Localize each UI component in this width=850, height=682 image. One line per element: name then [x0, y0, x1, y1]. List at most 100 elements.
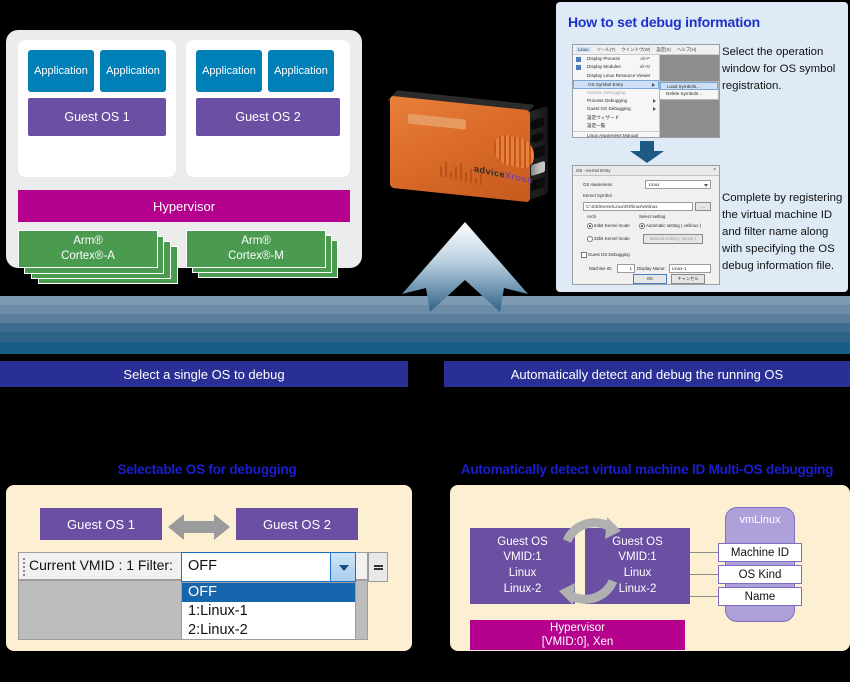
application-box: Application: [196, 50, 262, 92]
chevron-down-icon: [704, 183, 708, 187]
radio-32bit-label: 32bit Kernel mode: [594, 236, 630, 241]
guest-os-1-button[interactable]: Guest OS 1: [40, 508, 162, 540]
chevron-right-icon: [652, 83, 655, 88]
menu-item[interactable]: 設定ウィザード: [573, 114, 659, 122]
os-awareness-label: OS Awareness: [583, 182, 612, 187]
submenu-item-delete-symbols[interactable]: Delete Symbols...: [660, 90, 718, 98]
cpu-line1: Arm®: [241, 235, 271, 248]
application-box: Application: [28, 50, 94, 92]
menubar-item: ウインドウ(W): [621, 46, 651, 52]
guest-group-2: Application Application Guest OS 2: [186, 40, 350, 177]
architecture-panel: Application Application Guest OS 1 Appli…: [6, 30, 362, 284]
attribute-name: Name: [718, 587, 802, 606]
screenshot-menubar: Linux ツール(T) ウインドウ(W) 設定(S) ヘルプ(H): [573, 45, 719, 55]
guest-os-debugging-checkbox[interactable]: [581, 252, 587, 258]
display-name-value: Linux-1: [672, 266, 687, 271]
cpu-line2: Cortex®-A: [61, 250, 115, 262]
radio-64bit[interactable]: [587, 223, 593, 229]
cpu-line1: Arm®: [73, 235, 103, 248]
menubar-item: ツール(T): [596, 46, 616, 52]
brand-xross: Xross: [505, 169, 533, 186]
chevron-right-icon: [653, 98, 656, 103]
howto-step1-text: Select the operation window for OS symbo…: [722, 46, 836, 92]
radio-auto[interactable]: [639, 223, 645, 229]
guest-os-box: Guest OS 1: [28, 98, 166, 136]
menu-item-label: 設定ウィザード: [587, 114, 620, 120]
howto-step2-text: Complete by registering the virtual mach…: [722, 192, 843, 272]
close-icon[interactable]: ×: [713, 167, 716, 173]
filter-combobox-value: OFF: [188, 558, 217, 574]
menu-item-label: Display Modules: [587, 64, 621, 70]
menu-item[interactable]: Display Modules alt+M: [573, 63, 659, 71]
display-name-select[interactable]: Linux-1: [669, 264, 711, 273]
screenshot-menu-pane: Display Process alt+P Display Modules alt+…: [573, 55, 660, 137]
guest-group-1: Application Application Guest OS 1: [18, 40, 176, 177]
radio-32bit[interactable]: [587, 236, 593, 242]
kernel-symbol-input[interactable]: C:\ICE\Kerne\Linux\OS\linux\vmlinux: [583, 202, 693, 211]
menu-item-label: Guest OS Debugging: [587, 106, 631, 112]
howto-title: How to set debug information: [568, 14, 760, 30]
menubar-item: 設定(S): [656, 46, 671, 52]
bidirectional-arrow-icon: [168, 514, 230, 540]
device-body: adviceXross: [390, 95, 534, 203]
browse-button[interactable]: ...: [695, 202, 711, 211]
ok-button[interactable]: OK: [633, 274, 667, 284]
menu-item-label: Display Process: [587, 56, 620, 61]
banner-left: Select a single OS to debug: [0, 361, 408, 387]
machine-id-value: 1: [629, 266, 632, 271]
cancel-button[interactable]: キャンセル: [671, 274, 705, 284]
current-vmid-label: Current VMID : 1 Filter:: [29, 557, 173, 573]
hypervisor-box: Hypervisor [VMID:0], Xen: [470, 620, 685, 650]
menu-item[interactable]: Display Linux Resource Viewer: [573, 72, 659, 80]
menu-item[interactable]: Guest OS Debugging: [573, 105, 659, 113]
dialog-screenshot: OS - Kernel Entry × OS Awareness Linux K…: [572, 165, 720, 285]
menu-item: Module Debugging: [573, 89, 659, 97]
cpu-line2: Cortex®-M: [228, 250, 284, 262]
filter-combobox[interactable]: OFF: [181, 552, 356, 582]
menu-item[interactable]: Linux Awareness Manual: [573, 130, 659, 138]
guest-os-debugging-label: Guest OS Debugging: [588, 252, 630, 257]
radio-64bit-label: 64bit Kernel mode: [594, 223, 630, 228]
menu-item-label: Display Linux Resource Viewer: [587, 72, 651, 78]
left-section-title: Selectable OS for debugging: [117, 462, 297, 477]
application-box: Application: [100, 50, 166, 92]
vm-object-label: vmLinux: [739, 514, 781, 526]
banner-right: Automatically detect and debug the runni…: [444, 361, 850, 387]
manual-setting-button: Manual setting ( preset ): [643, 234, 703, 244]
debug-device-image: adviceXross: [382, 90, 557, 215]
toolbar-overflow-button[interactable]: [368, 552, 388, 582]
os-awareness-select[interactable]: Linux: [645, 180, 711, 189]
guest-os-2-button[interactable]: Guest OS 2: [236, 508, 358, 540]
chevron-right-icon: [653, 107, 656, 112]
chevron-down-icon[interactable]: [330, 553, 355, 581]
menu-item[interactable]: Process Debugging: [573, 97, 659, 105]
kernel-symbol-value: C:\ICE\Kerne\Linux\OS\linux\vmlinux: [586, 204, 658, 209]
attribute-machine-id: Machine ID: [718, 543, 802, 562]
menu-item[interactable]: 設定一覧: [573, 122, 659, 130]
dropdown-option-off[interactable]: OFF: [182, 583, 355, 602]
filter-dropdown-list[interactable]: OFF 1:Linux-1 2:Linux-2: [181, 582, 356, 640]
machine-id-label: Machine ID:: [589, 266, 613, 271]
menu-item-label: Linux Awareness Manual: [587, 132, 638, 138]
dropdown-option-linux-1[interactable]: 1:Linux-1: [182, 602, 355, 621]
os-awareness-value: Linux: [649, 182, 660, 187]
device-fan-grille: [494, 132, 534, 171]
flow-down-arrow-icon: [402, 222, 528, 312]
menu-item-accel: alt+P: [640, 56, 650, 61]
submenu-item-load-symbols[interactable]: Load Symbols...: [660, 82, 718, 91]
menu-screenshot: Linux ツール(T) ウインドウ(W) 設定(S) ヘルプ(H) Displ…: [572, 44, 720, 138]
cycle-arrows-icon: [559, 517, 621, 605]
select-setting-label: Select setting: [639, 214, 666, 219]
menu-item[interactable]: Display Process alt+P: [573, 55, 659, 63]
machine-id-input[interactable]: 1: [617, 264, 635, 273]
display-name-label: Display Name:: [637, 266, 666, 271]
hypervisor-bar: Hypervisor: [18, 190, 350, 222]
radio-auto-label: Automatic setting ( vmlinux ): [646, 223, 702, 228]
guest-os-box: Guest OS 2: [196, 98, 340, 136]
dialog-titlebar: OS - Kernel Entry ×: [573, 166, 719, 176]
menu-item-os-symbol-entry[interactable]: OS Symbol Entry: [573, 80, 659, 89]
menu-item-accel: alt+M: [639, 64, 650, 70]
dropdown-option-linux-2[interactable]: 2:Linux-2: [182, 621, 355, 640]
toolbar-grip-icon[interactable]: [23, 558, 25, 576]
screenshot-submenu: Load Symbols... Delete Symbols...: [659, 81, 719, 100]
